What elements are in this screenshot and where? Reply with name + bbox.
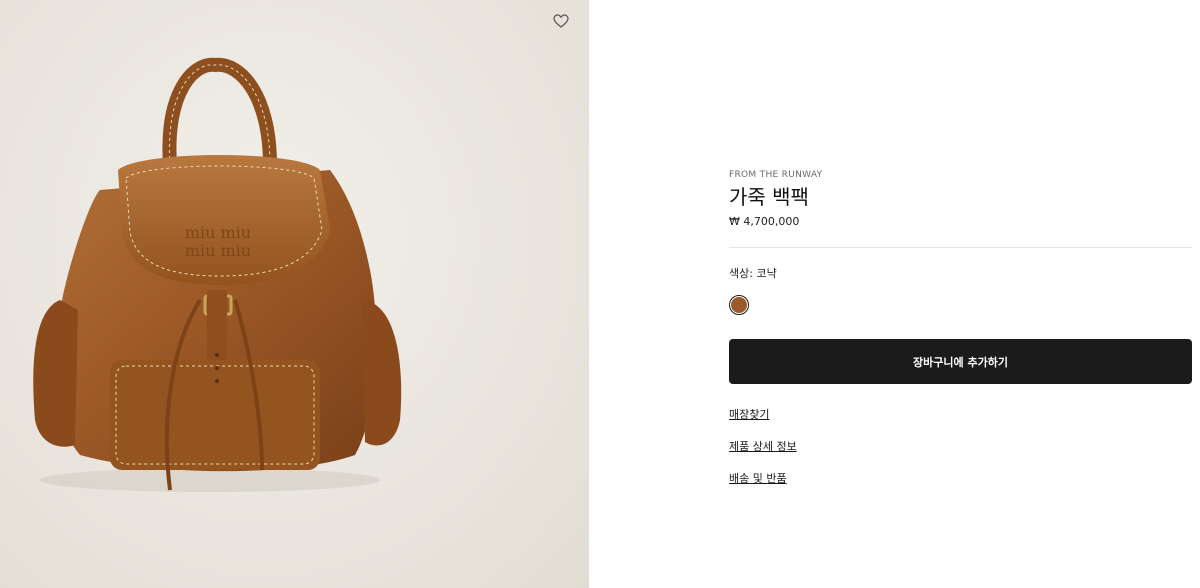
color-selection-label: 색상: 코냑	[729, 265, 1192, 281]
heart-icon[interactable]	[550, 10, 572, 32]
color-swatch-cognac[interactable]	[729, 295, 749, 315]
color-value: 코냑	[756, 267, 777, 280]
product-info: FROM THE RUNWAY 가죽 백팩 ₩ 4,700,000 색상: 코냑…	[729, 170, 1192, 502]
svg-text:miu miu: miu miu	[185, 223, 251, 242]
divider	[729, 247, 1192, 248]
color-label: 색상:	[729, 267, 753, 280]
product-eyebrow: FROM THE RUNWAY	[729, 170, 823, 180]
store-locator-link[interactable]: 매장찾기	[729, 406, 769, 422]
color-swatch-fill	[731, 297, 747, 313]
product-title: 가죽 백팩	[729, 185, 809, 209]
product-image-panel: miu miu miu miu	[0, 0, 589, 588]
add-to-cart-button[interactable]: 장바구니에 추가하기	[729, 339, 1192, 384]
info-links: 매장찾기 제품 상세 정보 배송 및 반품	[729, 406, 1192, 486]
shipping-returns-link[interactable]: 배송 및 반품	[729, 470, 787, 486]
svg-text:miu miu: miu miu	[185, 241, 251, 260]
product-details-link[interactable]: 제품 상세 정보	[729, 438, 797, 454]
product-image: miu miu miu miu	[33, 57, 402, 492]
product-price: ₩ 4,700,000	[729, 215, 800, 228]
